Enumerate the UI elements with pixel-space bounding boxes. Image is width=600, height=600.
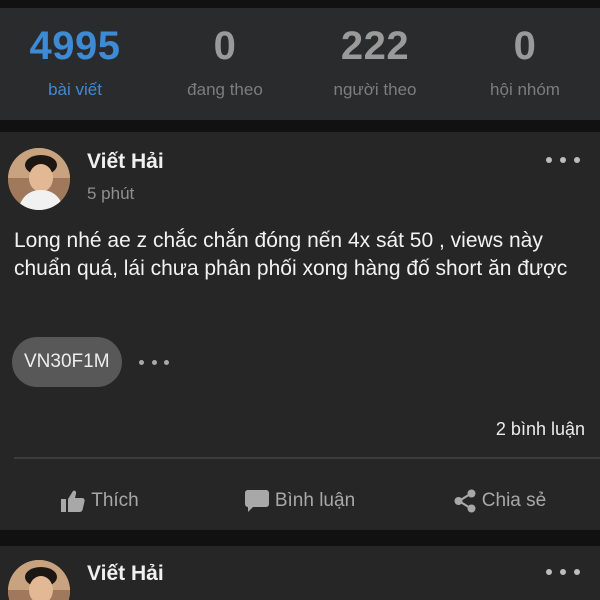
ticker-tag[interactable]: VN30F1M xyxy=(12,337,122,387)
stat-followers[interactable]: 222 người theo xyxy=(300,8,450,120)
share-icon xyxy=(454,489,476,513)
author-avatar[interactable] xyxy=(8,148,70,210)
like-label: Thích xyxy=(91,490,139,511)
like-button[interactable]: Thích xyxy=(0,479,200,523)
stat-following-count: 0 xyxy=(213,24,237,68)
stat-followers-label: người theo xyxy=(333,80,417,99)
share-label: Chia sẻ xyxy=(481,490,547,511)
post-actions: Thích Bình luận Chia sẻ xyxy=(0,479,600,523)
comment-label: Bình luận xyxy=(274,490,356,511)
share-button[interactable]: Chia sẻ xyxy=(400,479,600,523)
author-avatar[interactable] xyxy=(8,560,70,600)
post-card: Viết Hải 5 phút Long nhé ae z chắc chắn … xyxy=(0,132,600,530)
author-name[interactable]: Viết Hải xyxy=(87,150,164,174)
thumbs-up-icon xyxy=(61,490,85,512)
profile-stats-bar: 4995 bài viết 0 đang theo 222 người theo… xyxy=(0,8,600,120)
comment-button[interactable]: Bình luận xyxy=(200,479,400,523)
tag-more-icon[interactable] xyxy=(139,358,169,366)
stat-following[interactable]: 0 đang theo xyxy=(150,8,300,120)
stat-groups-label: hội nhóm xyxy=(490,80,560,99)
stat-posts-label: bài viết xyxy=(48,80,102,99)
speech-bubble-icon xyxy=(244,490,269,512)
post-card: Viết Hải xyxy=(0,546,600,600)
avatar-image xyxy=(8,560,70,600)
more-options-icon[interactable] xyxy=(546,562,580,582)
stat-groups-count: 0 xyxy=(513,24,537,68)
stat-posts-count: 4995 xyxy=(29,24,121,68)
post-time: 5 phút xyxy=(87,184,135,203)
stat-following-label: đang theo xyxy=(187,80,263,99)
author-name[interactable]: Viết Hải xyxy=(87,562,164,586)
divider xyxy=(14,457,600,459)
comments-count[interactable]: 2 bình luận xyxy=(496,419,585,440)
avatar-image xyxy=(8,148,70,210)
stat-posts[interactable]: 4995 bài viết xyxy=(0,8,150,120)
more-options-icon[interactable] xyxy=(546,150,580,170)
post-content: Long nhé ae z chắc chắn đóng nến 4x sát … xyxy=(14,229,568,280)
stat-followers-count: 222 xyxy=(340,24,410,68)
stat-groups[interactable]: 0 hội nhóm xyxy=(450,8,600,120)
